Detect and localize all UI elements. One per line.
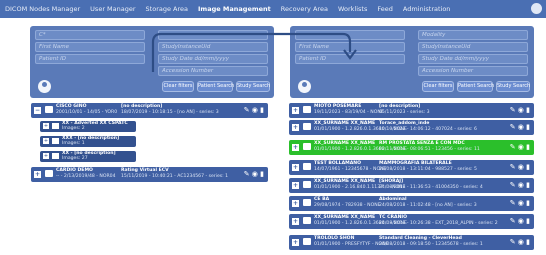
series-row[interactable]: + XX - [no description] Images: 27 [40, 151, 136, 162]
folder-icon [303, 106, 311, 113]
expand-icon[interactable]: + [292, 107, 299, 114]
row-actions[interactable]: ✎ ◉ ▮ [510, 143, 530, 151]
patient-row[interactable]: + XX_SURNAME XX_NAME 01/01/1900 - 1.2.826… [289, 120, 534, 135]
folder-icon [303, 199, 311, 206]
patient-row[interactable]: + CE BA 29/08/1974 - 782938 - NONE Abdomi… [289, 196, 534, 211]
surname-field[interactable]: C* [35, 30, 145, 40]
expand-icon[interactable]: + [292, 124, 299, 131]
expand-icon[interactable]: + [292, 239, 299, 246]
folder-icon [52, 153, 59, 159]
folder-icon [303, 217, 311, 224]
nav-recovery-area[interactable]: Recovery Area [276, 5, 333, 13]
nav-feed[interactable]: Feed [372, 5, 398, 13]
series-row[interactable]: + XXX - [no description] Images: 1 [40, 136, 136, 147]
collapse-icon[interactable]: − [34, 107, 41, 114]
folder-icon [303, 163, 311, 170]
user-icon[interactable] [531, 3, 542, 14]
nav-worklists[interactable]: Worklists [333, 5, 372, 13]
patient-id-field[interactable]: Patient ID [35, 54, 145, 64]
patient-row-selected[interactable]: + XX_SURNAME XX_NAME 01/01/1900 - 1.2.826… [289, 140, 534, 155]
patient-row[interactable]: + TEST BOLLAMANO 14/07/1961 - 12345678 - … [289, 160, 534, 175]
expand-icon[interactable]: + [43, 123, 49, 129]
expand-icon[interactable]: + [292, 218, 299, 225]
clear-filters-button[interactable]: Clear filters [162, 81, 194, 92]
folder-icon [303, 143, 311, 150]
row-actions[interactable]: ✎ ◉ ▮ [244, 106, 264, 114]
folder-icon [45, 170, 53, 177]
expand-icon[interactable]: + [43, 138, 49, 144]
patient-row[interactable]: + CARDIO DEMO -- - 2/13/2019/48 - NOR04 … [31, 167, 268, 182]
row-actions[interactable]: ✎ ◉ ▮ [510, 123, 530, 131]
folder-icon [52, 123, 59, 129]
folder-icon [52, 138, 59, 144]
folder-icon [303, 181, 311, 188]
study-date-field[interactable]: Study Date dd/mm/yyyy [418, 54, 528, 64]
nav-image-management[interactable]: Image Management [193, 5, 276, 13]
patient-row[interactable]: + MIOTO POSEMARE 19/11/2023 - 83/19/04 - … [289, 103, 534, 118]
modality-field[interactable]: Modality [418, 30, 528, 40]
accession-number-field[interactable]: Accession Number [418, 66, 528, 76]
folder-icon [303, 123, 311, 130]
study-search-button[interactable]: Study Search [236, 81, 270, 92]
folder-icon [303, 238, 311, 245]
patient-row[interactable]: + XX_SURNAME XX_NAME 01/01/1900 - 2.16.84… [289, 178, 534, 193]
patient-search-button[interactable]: Patient Search [457, 81, 494, 92]
nav-storage-area[interactable]: Storage Area [141, 5, 193, 13]
row-actions[interactable]: ✎ ◉ ▮ [510, 181, 530, 189]
nav-user-manager[interactable]: User Manager [85, 5, 140, 13]
expand-icon[interactable]: + [292, 182, 299, 189]
expand-icon[interactable]: + [292, 200, 299, 207]
expand-icon[interactable]: + [34, 171, 41, 178]
nav-administration[interactable]: Administration [398, 5, 456, 13]
expand-icon[interactable]: + [43, 153, 49, 159]
transfer-arrow-icon [151, 32, 357, 72]
study-instance-uid-field[interactable]: StudyInstanceUid [418, 42, 528, 52]
row-actions[interactable]: ✎ ◉ ▮ [510, 106, 530, 114]
row-actions[interactable]: ✎ ◉ ▮ [510, 217, 530, 225]
study-search-button[interactable]: Study Search [496, 81, 530, 92]
patient-row[interactable]: − CISCO GINO 2001/10/01 - 14/05 - YOR0 [… [31, 103, 268, 118]
row-actions[interactable]: ✎ ◉ ▮ [510, 199, 530, 207]
avatar-icon [38, 80, 51, 93]
first-name-field[interactable]: First Name [35, 42, 145, 52]
folder-icon [45, 106, 53, 113]
expand-icon[interactable]: + [292, 144, 299, 151]
patient-row[interactable]: + XX_SURNAME XX_NAME 01/01/1900 - 1.2.826… [289, 214, 534, 229]
expand-icon[interactable]: + [292, 164, 299, 171]
avatar-icon [298, 80, 311, 93]
row-actions[interactable]: ✎ ◉ ▮ [244, 170, 264, 178]
patient-search-button[interactable]: Patient Search [197, 81, 234, 92]
patient-row[interactable]: + TROLOLO SHON 01/01/1900 - PRESFYTYF - N… [289, 235, 534, 250]
series-row[interactable]: + XX - Adverted XX CSPATC Images: 2 [40, 121, 136, 132]
row-actions[interactable]: ✎ ◉ ▮ [510, 238, 530, 246]
nav-dicom-nodes[interactable]: DICOM Nodes Manager [0, 5, 85, 13]
row-actions[interactable]: ✎ ◉ ▮ [510, 163, 530, 171]
clear-filters-button[interactable]: Clear filters [422, 81, 454, 92]
top-nav: DICOM Nodes Manager User Manager Storage… [0, 0, 546, 18]
